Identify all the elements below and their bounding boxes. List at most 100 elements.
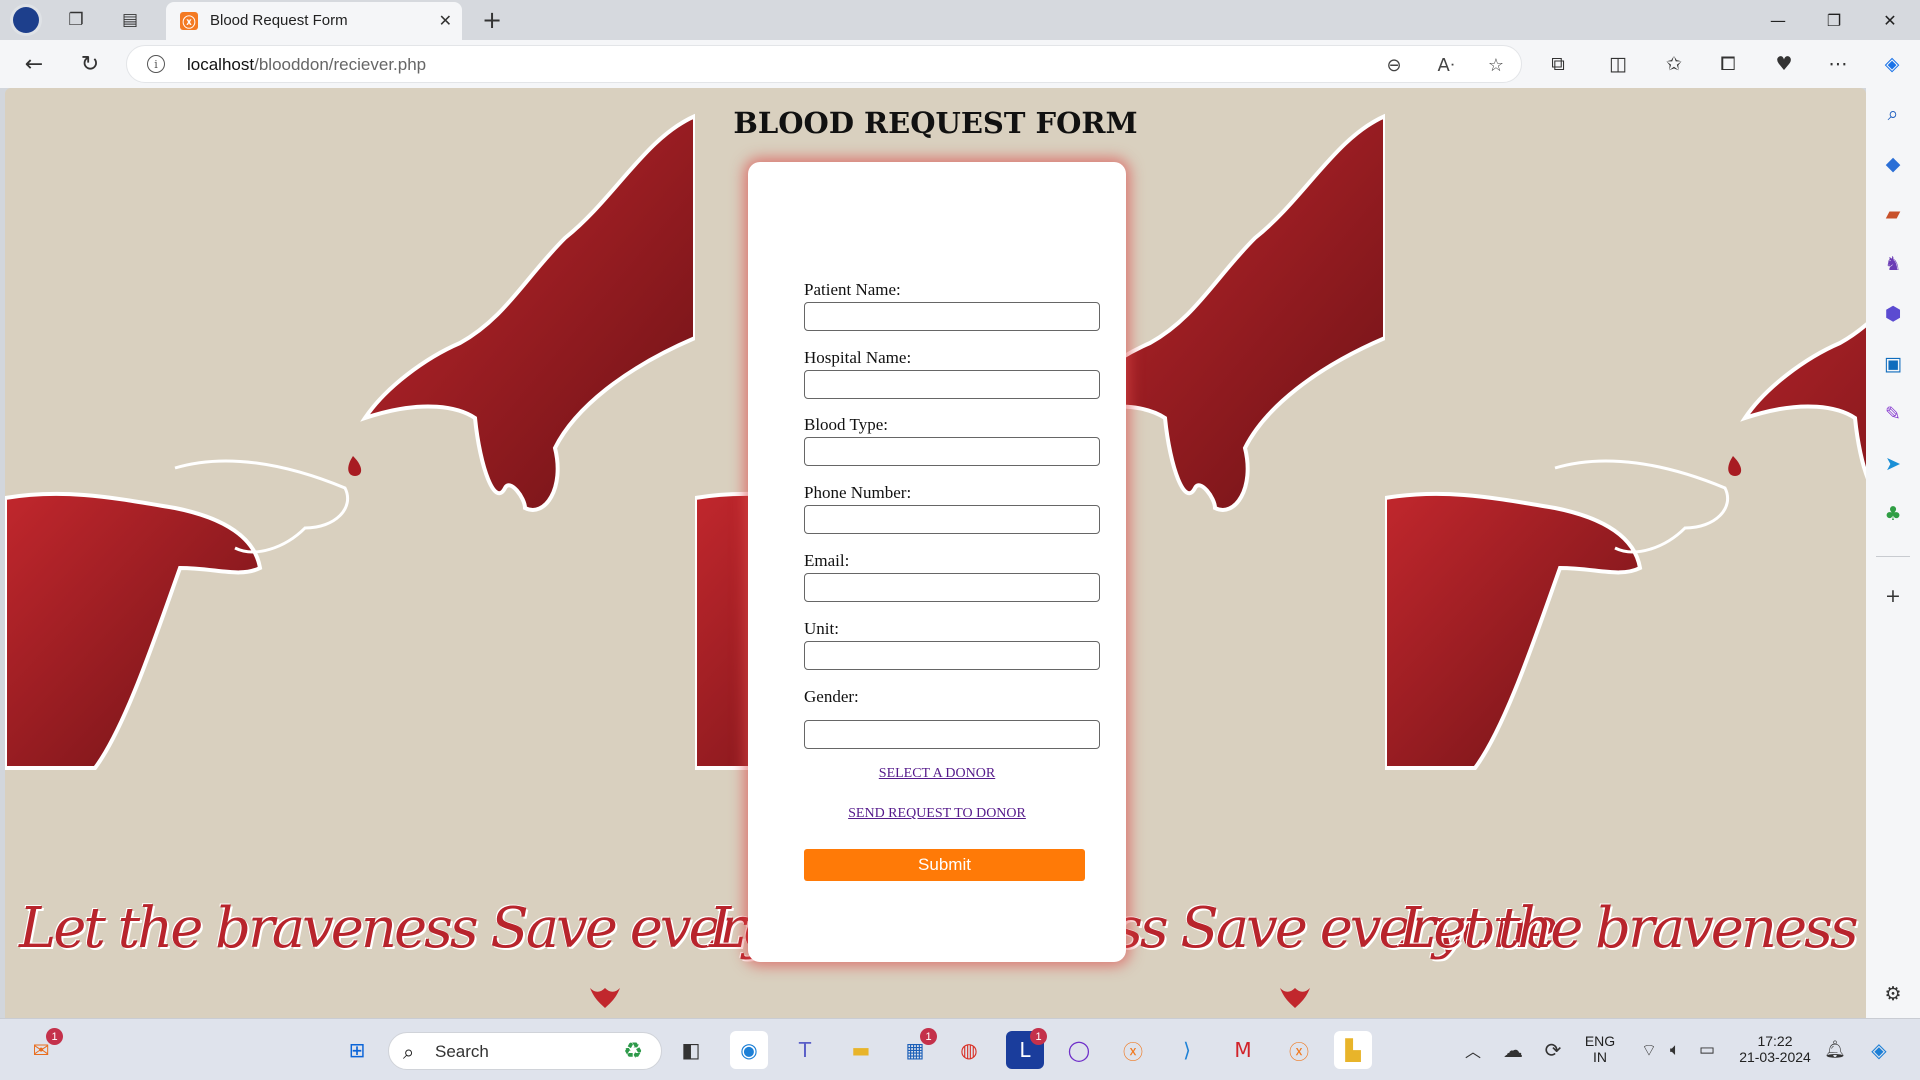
- blood-type-input[interactable]: [804, 437, 1100, 466]
- blood-hands-illustration: [1385, 322, 1866, 770]
- mail-app-icon[interactable]: ✉ 1: [22, 1028, 63, 1069]
- unit-field: Unit:: [804, 619, 1102, 670]
- settings-gear-icon[interactable]: ⚙: [1879, 980, 1907, 1008]
- minimize-button[interactable]: —: [1750, 0, 1806, 40]
- background-tile: [1385, 88, 1866, 1018]
- vertical-tabs-icon[interactable]: ▤: [114, 4, 146, 36]
- teams-icon[interactable]: T: [786, 1031, 824, 1069]
- region-code: IN: [1593, 1049, 1607, 1065]
- xampp-icon[interactable]: ⓧ: [1114, 1031, 1152, 1069]
- chevron-up-icon[interactable]: ︿: [1454, 1031, 1492, 1069]
- back-button[interactable]: ←: [18, 48, 50, 80]
- search-placeholder: Search: [435, 1042, 489, 1061]
- address-bar[interactable]: i localhost/blooddon/reciever.php ⊖ Aᐧ ☆: [126, 45, 1522, 83]
- submit-button[interactable]: Submit: [804, 849, 1085, 881]
- copilot-icon[interactable]: ◈: [1876, 48, 1908, 80]
- chrome-icon[interactable]: ◍: [950, 1031, 988, 1069]
- email-input[interactable]: [804, 573, 1100, 602]
- avatar: [13, 7, 39, 33]
- site-info-icon[interactable]: i: [147, 55, 165, 73]
- url-host: localhost: [187, 55, 255, 74]
- workspaces-icon[interactable]: ❐: [60, 4, 92, 36]
- designer-icon[interactable]: ✎: [1879, 400, 1907, 428]
- games-icon[interactable]: ♞: [1879, 250, 1907, 278]
- tools-briefcase-icon[interactable]: ▰: [1879, 200, 1907, 228]
- start-windows-icon[interactable]: ⊞: [338, 1031, 376, 1069]
- microsoft365-icon[interactable]: ⬢: [1879, 300, 1907, 328]
- xampp-control-icon[interactable]: ⓧ: [1280, 1031, 1318, 1069]
- edge-browser-icon[interactable]: ◉: [730, 1031, 768, 1069]
- mail-badge: 1: [46, 1028, 63, 1045]
- vscode-icon[interactable]: ⟩: [1168, 1031, 1206, 1069]
- tab-title: Blood Request Form: [210, 12, 348, 29]
- add-icon[interactable]: +: [1879, 582, 1907, 610]
- collections-icon[interactable]: ⧠: [1712, 48, 1744, 80]
- email-label: Email:: [804, 551, 850, 570]
- more-options-icon[interactable]: ⋯: [1822, 48, 1854, 80]
- language-code: ENG: [1584, 1033, 1616, 1049]
- select-donor-link[interactable]: SELECT A DONOR: [748, 766, 1126, 782]
- hospital-name-label: Hospital Name:: [804, 348, 912, 367]
- language-indicator[interactable]: ENG IN: [1574, 1033, 1626, 1065]
- blood-request-form: Patient Name: Hospital Name: Blood Type:…: [748, 162, 1126, 962]
- phone-number-label: Phone Number:: [804, 483, 912, 502]
- patient-name-label: Patient Name:: [804, 280, 901, 299]
- phone-number-input[interactable]: [804, 505, 1100, 534]
- blood-drop-shape: [1728, 456, 1742, 476]
- unit-label: Unit:: [804, 619, 839, 638]
- profile-avatar[interactable]: [10, 4, 42, 36]
- cortana-icon[interactable]: ◯: [1060, 1031, 1098, 1069]
- task-view-icon[interactable]: ◧: [672, 1031, 710, 1069]
- sidebar-divider: [1876, 556, 1910, 557]
- hospital-name-input[interactable]: [804, 370, 1100, 399]
- lower-hand-shape: [5, 491, 263, 770]
- outlook-icon[interactable]: ▣: [1879, 350, 1907, 378]
- blood-drop-shape: [348, 456, 362, 476]
- refresh-button[interactable]: ↻: [74, 48, 106, 80]
- restore-button[interactable]: ❐: [1806, 0, 1862, 40]
- browser-essentials-icon[interactable]: ♥: [1768, 48, 1800, 80]
- split-screen-icon[interactable]: ◫: [1602, 48, 1634, 80]
- tab-blood-request-form[interactable]: ⓧ Blood Request Form ✕: [166, 2, 462, 40]
- slogan-text: Let the braveness Save everyone: [1399, 896, 1866, 961]
- shopping-tag-icon[interactable]: ◆: [1879, 150, 1907, 178]
- gender-input[interactable]: [804, 720, 1100, 749]
- read-aloud-icon[interactable]: Aᐧ: [1433, 52, 1459, 78]
- taskbar-search-box[interactable]: ⌕ Search ♻: [388, 1032, 662, 1070]
- mcafee-icon[interactable]: M: [1224, 1031, 1262, 1069]
- patient-name-input[interactable]: [804, 302, 1100, 331]
- extensions-icon[interactable]: ⧉: [1542, 48, 1574, 80]
- phone-number-field: Phone Number:: [804, 483, 1102, 534]
- store-icon[interactable]: ▦ 1: [896, 1028, 937, 1069]
- sync-icon[interactable]: ⟳: [1534, 1031, 1572, 1069]
- onedrive-cloud-icon[interactable]: ☁: [1494, 1031, 1532, 1069]
- send-request-link[interactable]: SEND REQUEST TO DONOR: [748, 806, 1126, 822]
- document-app-icon[interactable]: ▙: [1334, 1031, 1372, 1069]
- url-text[interactable]: localhost/blooddon/reciever.php: [187, 55, 426, 75]
- blood-type-field: Blood Type:: [804, 415, 1102, 466]
- new-tab-button[interactable]: +: [476, 4, 508, 36]
- favorites-icon[interactable]: ✩: [1658, 48, 1690, 80]
- recycle-icon: ♻: [623, 1039, 643, 1064]
- battery-icon[interactable]: ▭: [1688, 1031, 1726, 1069]
- xampp-favicon-icon: ⓧ: [180, 12, 198, 31]
- edge-sidebar: ⌕ ◆ ▰ ♞ ⬢ ▣ ✎ ➤ ♣ + ⚙: [1866, 88, 1920, 1018]
- small-heart-shape: [1280, 988, 1310, 1008]
- page-title: BLOOD REQUEST FORM: [733, 106, 1138, 140]
- search-icon[interactable]: ⌕: [1879, 100, 1907, 128]
- clock[interactable]: 17:22 21-03-2024: [1732, 1033, 1818, 1065]
- copilot-taskbar-icon[interactable]: ◈: [1860, 1031, 1898, 1069]
- notification-bell-icon[interactable]: 🔔︎: [1816, 1031, 1854, 1069]
- file-explorer-icon[interactable]: ▬: [842, 1031, 880, 1069]
- tree-icon[interactable]: ♣: [1879, 500, 1907, 528]
- hospital-name-field: Hospital Name:: [804, 348, 1102, 399]
- zoom-icon[interactable]: ⊖: [1381, 52, 1407, 78]
- send-paper-plane-icon[interactable]: ➤: [1879, 450, 1907, 478]
- unit-input[interactable]: [804, 641, 1100, 670]
- close-tab-icon[interactable]: ✕: [439, 11, 452, 30]
- l-app-icon[interactable]: L1: [1006, 1028, 1047, 1069]
- patient-name-field: Patient Name:: [804, 280, 1102, 331]
- blood-type-label: Blood Type:: [804, 415, 888, 434]
- close-window-button[interactable]: ✕: [1862, 0, 1918, 40]
- favorite-star-icon[interactable]: ☆: [1483, 52, 1509, 78]
